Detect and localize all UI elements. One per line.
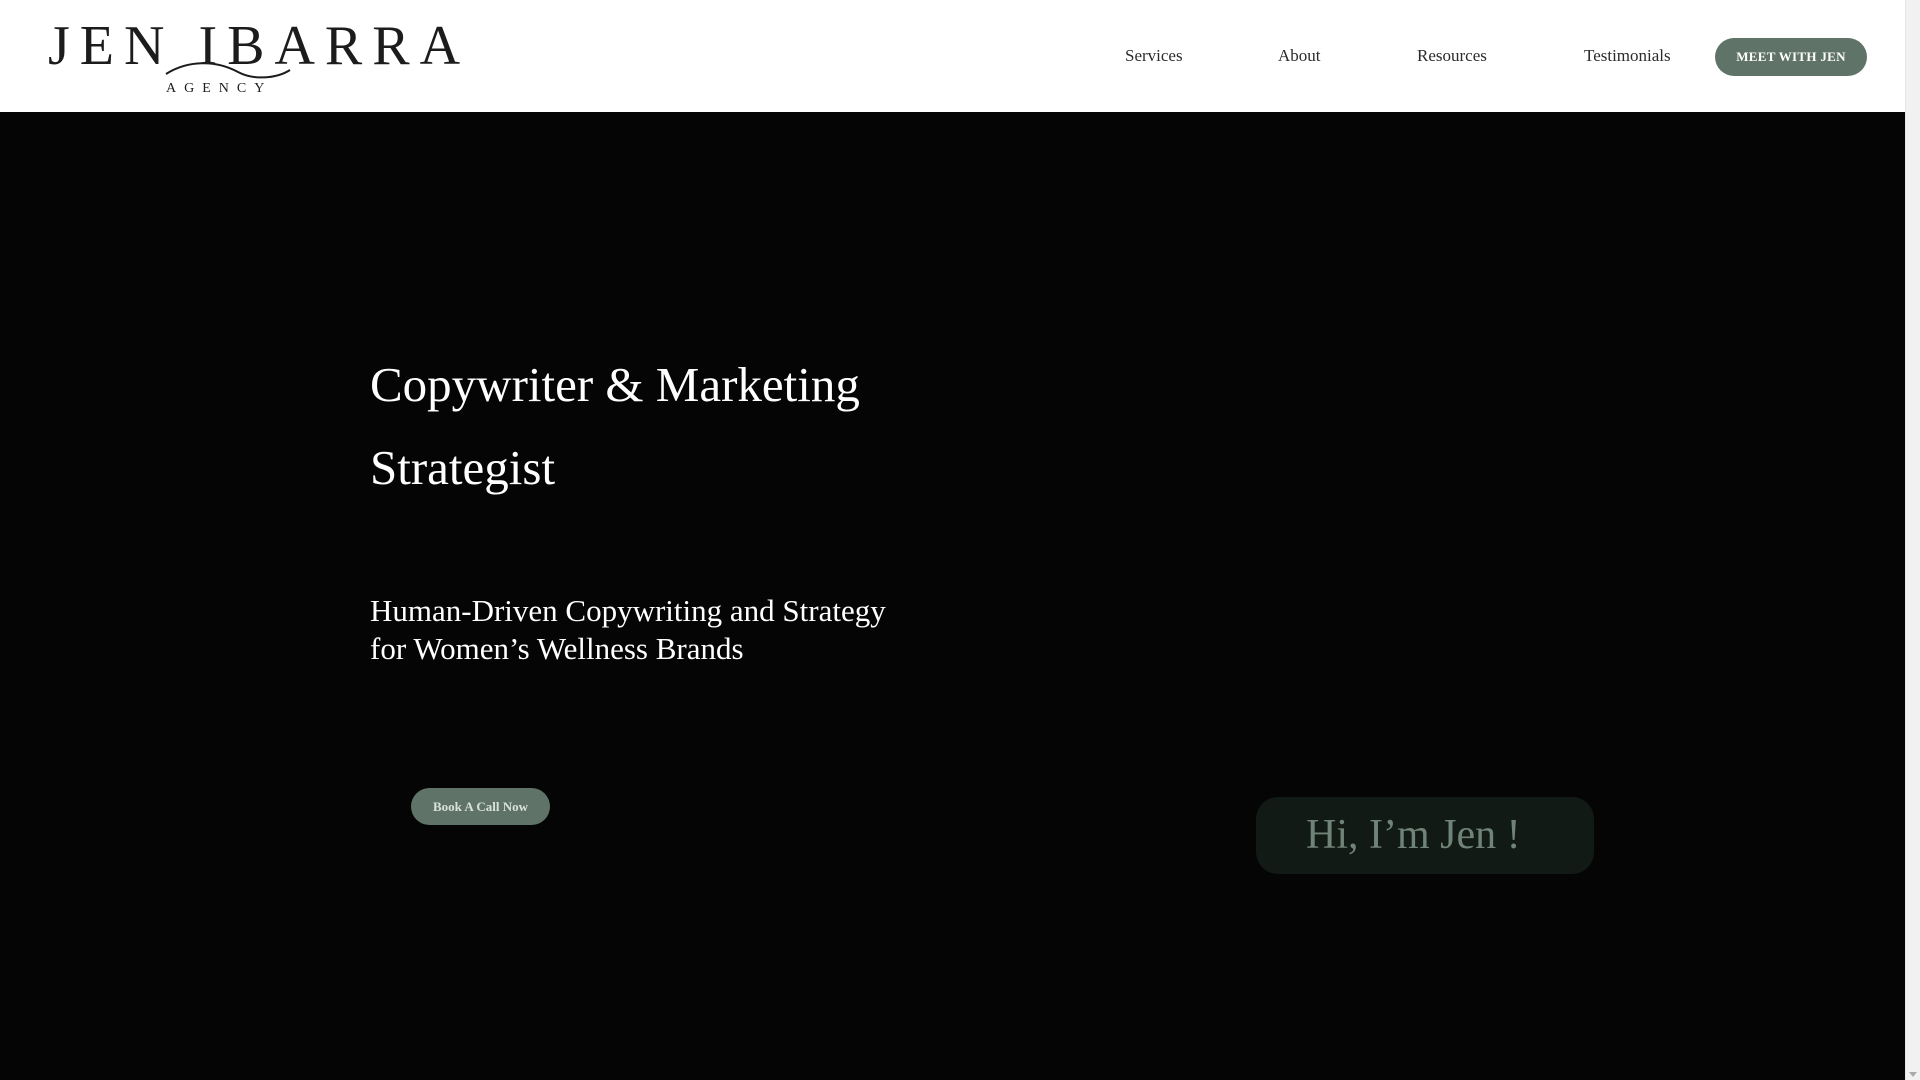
vertical-scrollbar[interactable] <box>1905 0 1920 1080</box>
nav-item-about[interactable]: About <box>1278 45 1321 67</box>
book-call-button[interactable]: Book A Call Now <box>411 788 550 825</box>
meet-with-jen-button[interactable]: MEET WITH JEN <box>1715 38 1867 76</box>
hero-subtitle: Human-Driven Copywriting and Strategy fo… <box>370 593 886 666</box>
chevron-down-icon[interactable] <box>1909 1072 1917 1077</box>
logo-tagline: AGENCY <box>166 81 273 96</box>
page: JEN IBARRA AGENCY Services About Resourc… <box>0 0 1920 1080</box>
main-navigation: Services About Resources Testimonials <box>1090 0 1810 112</box>
greeting-box: Hi, I’m Jen ! <box>1256 797 1594 874</box>
nav-item-services[interactable]: Services <box>1125 45 1183 67</box>
hero-title: Copywriter & Marketing Strategist <box>370 357 860 495</box>
nav-item-testimonials[interactable]: Testimonials <box>1584 45 1671 67</box>
site-header: JEN IBARRA AGENCY Services About Resourc… <box>0 0 1905 112</box>
nav-item-resources[interactable]: Resources <box>1417 45 1487 67</box>
agency-logo[interactable]: JEN IBARRA AGENCY <box>48 18 460 98</box>
